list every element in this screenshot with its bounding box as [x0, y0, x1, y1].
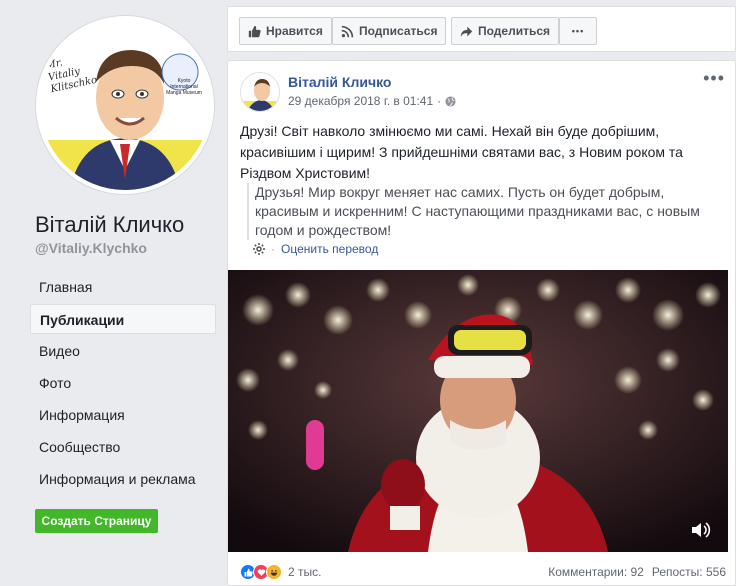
nav-item-community[interactable]: Сообщество: [30, 432, 216, 462]
reposts-count[interactable]: Репосты: 556: [652, 565, 726, 579]
meta-separator: ·: [437, 94, 442, 108]
globe-icon[interactable]: [445, 95, 456, 107]
rate-translation: · Оценить перевод: [253, 242, 378, 256]
rss-icon: [341, 25, 354, 37]
post-author-name[interactable]: Віталій Кличко: [288, 74, 391, 90]
like-page-button[interactable]: Нравится: [239, 17, 332, 45]
reactions-count[interactable]: 2 тыс.: [288, 565, 321, 579]
like-page-label: Нравится: [266, 24, 323, 38]
create-page-button[interactable]: Создать Страницу: [35, 509, 158, 533]
nav-item-about[interactable]: Информация: [30, 400, 216, 430]
reactions-summary[interactable]: [240, 564, 282, 580]
post-translation: Друзья! Мир вокруг меняет нас самих. Пус…: [247, 183, 727, 240]
post-card: Віталій Кличко 29 декабря 2018 г. в 01:4…: [227, 60, 736, 586]
haha-reaction-icon: [266, 564, 282, 580]
page-nav: Главная Публикации Видео Фото Информация…: [30, 272, 216, 496]
nav-item-videos[interactable]: Видео: [30, 336, 216, 366]
comments-count[interactable]: Комментарии: 92: [548, 565, 644, 579]
post-video[interactable]: [228, 270, 728, 552]
post-options-icon[interactable]: •••: [703, 69, 725, 87]
post-timestamp[interactable]: 29 декабря 2018 г. в 01:41: [288, 94, 433, 108]
volume-icon[interactable]: [690, 520, 712, 540]
page-sidebar: Mr. Vitaliy Klitschko Kyoto Internationa…: [0, 0, 228, 586]
post-meta: 29 декабря 2018 г. в 01:41 ·: [288, 94, 456, 108]
share-label: Поделиться: [478, 24, 551, 38]
avatar-caricature: [40, 20, 210, 190]
author-avatar-image: [241, 73, 279, 111]
gear-icon[interactable]: [253, 243, 265, 255]
thumbs-up-icon: [248, 25, 261, 37]
engagement-stats: Комментарии: 92 Репосты: 556: [548, 565, 726, 579]
more-actions-button[interactable]: •••: [559, 17, 597, 45]
video-frame: [228, 270, 728, 552]
nav-item-ads-info[interactable]: Информация и реклама: [30, 464, 216, 494]
nav-item-posts[interactable]: Публикации: [30, 304, 216, 334]
post-footer: 2 тыс. Комментарии: 92 Репосты: 556: [240, 561, 726, 583]
nav-item-photos[interactable]: Фото: [30, 368, 216, 398]
subscribe-button[interactable]: Подписаться: [332, 17, 447, 45]
avatar-stamp: Kyoto International Manga Museum: [166, 78, 202, 96]
rate-translation-link[interactable]: Оценить перевод: [281, 242, 378, 256]
share-button[interactable]: Поделиться: [451, 17, 560, 45]
page-handle[interactable]: @Vitaliy.Klychko: [35, 240, 147, 256]
page-title[interactable]: Віталій Кличко: [35, 212, 184, 238]
post-author-avatar[interactable]: [240, 72, 280, 112]
rate-separator: ·: [271, 242, 275, 256]
more-dots-icon: •••: [571, 26, 585, 36]
subscribe-label: Подписаться: [359, 24, 438, 38]
page-action-bar: Нравится Подписаться Поделиться •••: [227, 6, 736, 52]
page-avatar[interactable]: Mr. Vitaliy Klitschko Kyoto Internationa…: [36, 16, 214, 194]
share-arrow-icon: [460, 26, 473, 37]
nav-item-home[interactable]: Главная: [30, 272, 216, 302]
post-body: Друзі! Світ навколо змінюємо ми самі. Не…: [240, 123, 683, 181]
